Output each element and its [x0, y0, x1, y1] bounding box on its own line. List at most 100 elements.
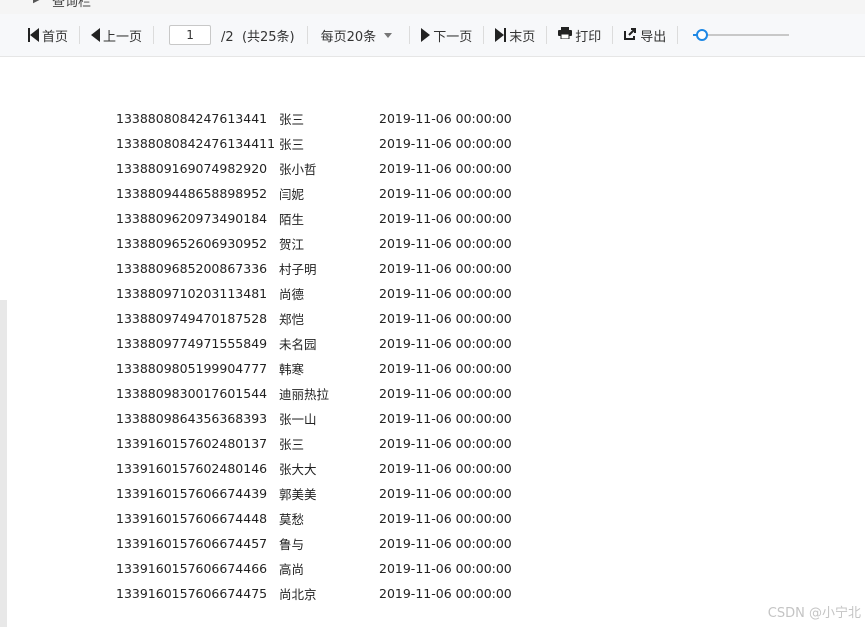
report-toolbar: 首页 上一页 /2 (共25条) 每页20条 下一页 末页 打印 导出 — [0, 14, 865, 57]
page-size-label: 每页20条 — [320, 29, 377, 45]
name-cell: 村子明 — [279, 262, 317, 277]
date-cell: 2019-11-06 00:00:00 — [379, 461, 512, 476]
printer-icon — [558, 27, 573, 43]
prev-arrow-icon — [91, 28, 101, 43]
name-cell: 贺江 — [279, 237, 305, 252]
page-total-label: /2 (共25条) — [221, 29, 295, 45]
id-cell: 1339160157606674466 — [116, 561, 268, 576]
export-icon — [624, 27, 637, 44]
export-button[interactable]: 导出 — [618, 22, 672, 48]
last-page-button[interactable]: 末页 — [489, 22, 541, 48]
toolbar-divider — [483, 26, 485, 44]
name-cell: 张三 — [279, 137, 305, 152]
id-cell: 1338809864356368393 — [116, 411, 268, 426]
name-cell: 莫愁 — [279, 512, 305, 527]
table-row: 1339160157602480137 张三 2019-11-06 00:00:00 — [116, 431, 519, 456]
name-cell: 高尚 — [279, 562, 305, 577]
toolbar-divider — [306, 26, 308, 44]
date-cell: 2019-11-06 00:00:00 — [379, 586, 512, 601]
table-row: 1339160157606674457 鲁与 2019-11-06 00:00:00 — [116, 531, 519, 556]
last-page-label: 末页 — [509, 29, 536, 45]
date-cell: 2019-11-06 00:00:00 — [379, 211, 512, 226]
table-row: 1339160157606674475 尚北京 2019-11-06 00:00:0… — [116, 581, 519, 606]
table-row: 1338809620973490184 陌生 2019-11-06 00:00:00 — [116, 206, 519, 231]
page-size-select[interactable]: 每页20条 — [313, 26, 405, 45]
date-cell: 2019-11-06 00:00:00 — [379, 511, 512, 526]
id-cell: 1339160157602480137 — [116, 436, 268, 451]
date-cell: 2019-11-06 00:00:00 — [379, 136, 512, 151]
query-bar-header[interactable]: ▶ 查询栏 — [0, 0, 865, 15]
id-cell: 1338809448658898952 — [116, 186, 268, 201]
skip-first-icon — [28, 28, 39, 43]
table-row: 1339160157602480146 张大大 2019-11-06 00:00:0… — [116, 456, 519, 481]
id-cell: 1339160157606674457 — [116, 536, 268, 551]
table-row: 1338809652606930952 贺江 2019-11-06 00:00:00 — [116, 231, 519, 256]
table-row: 1338809805199904777 韩寒 2019-11-06 00:00:00 — [116, 356, 519, 381]
id-cell: 1338809749470187528 — [116, 311, 268, 326]
table-row: 1338809749470187528 郑恺 2019-11-06 00:00:00 — [116, 306, 519, 331]
name-cell: 张三 — [279, 437, 305, 452]
toolbar-divider — [409, 26, 411, 44]
name-cell: 尚北京 — [279, 587, 317, 602]
left-scrollbar[interactable] — [0, 300, 7, 627]
print-button[interactable]: 打印 — [552, 22, 607, 48]
id-cell: 1339160157602480146 — [116, 461, 268, 476]
zoom-slider-thumb[interactable] — [696, 29, 709, 41]
toolbar-divider — [546, 26, 548, 44]
date-cell: 2019-11-06 00:00:00 — [379, 236, 512, 251]
name-cell: 迪丽热拉 — [279, 387, 330, 402]
date-cell: 2019-11-06 00:00:00 — [379, 286, 512, 301]
name-cell: 尚德 — [279, 287, 305, 302]
print-label: 打印 — [575, 29, 602, 45]
name-cell: 韩寒 — [279, 362, 305, 377]
table-row: 1338809864356368393 张一山 2019-11-06 00:00:0… — [116, 406, 519, 431]
name-cell: 郭美美 — [279, 487, 317, 502]
collapse-arrow-icon[interactable]: ▶ — [33, 0, 41, 5]
id-cell: 1339160157606674439 — [116, 486, 268, 501]
export-label: 导出 — [640, 29, 667, 45]
chevron-down-icon — [384, 32, 393, 38]
id-cell: 1338809652606930952 — [116, 236, 268, 251]
table-row: 1338809685200867336 村子明 2019-11-06 00:00:0… — [116, 256, 519, 281]
first-page-button[interactable]: 首页 — [22, 22, 74, 48]
date-cell: 2019-11-06 00:00:00 — [379, 261, 512, 276]
table-row: 1338809830017601544 迪丽热拉 2019-11-06 00:00:… — [116, 381, 519, 406]
toolbar-divider — [153, 26, 155, 44]
id-cell: 1338809830017601544 — [116, 386, 268, 401]
watermark: CSDN @小宁北 — [767, 606, 861, 621]
date-cell: 2019-11-06 00:00:00 — [379, 436, 512, 451]
table-row: 1338809169074982920 张小哲 2019-11-06 00:00:0… — [116, 156, 519, 181]
table-row: 1338809774971555849 未名园 2019-11-06 00:00:0… — [116, 331, 519, 356]
name-cell: 张一山 — [279, 412, 317, 427]
name-cell: 张大大 — [279, 462, 317, 477]
prev-page-button[interactable]: 上一页 — [85, 22, 148, 48]
id-cell: 1338809685200867336 — [116, 261, 268, 276]
prev-page-label: 上一页 — [103, 29, 143, 45]
id-cell: 1338809620973490184 — [116, 211, 268, 226]
name-cell: 闫妮 — [279, 187, 305, 202]
query-bar-title: 查询栏 — [52, 0, 92, 10]
id-cell: 13388080842476134411 — [116, 136, 276, 151]
id-cell: 1339160157606674448 — [116, 511, 268, 526]
id-cell: 1339160157606674475 — [116, 586, 268, 601]
id-cell: 1338809169074982920 — [116, 161, 268, 176]
toolbar-divider — [612, 26, 614, 44]
name-cell: 张小哲 — [279, 162, 317, 177]
name-cell: 陌生 — [279, 212, 305, 227]
zoom-slider[interactable] — [689, 28, 790, 42]
date-cell: 2019-11-06 00:00:00 — [379, 336, 512, 351]
date-cell: 2019-11-06 00:00:00 — [379, 411, 512, 426]
report-table: 1338808084247613441 张三 2019-11-06 00:00:00… — [116, 106, 519, 606]
date-cell: 2019-11-06 00:00:00 — [379, 311, 512, 326]
next-page-label: 下一页 — [433, 29, 473, 45]
page-number-input[interactable] — [169, 25, 212, 45]
id-cell: 1338809805199904777 — [116, 361, 268, 376]
next-page-button[interactable]: 下一页 — [415, 22, 478, 48]
name-cell: 鲁与 — [279, 537, 305, 552]
toolbar-divider — [79, 26, 81, 44]
table-row: 1339160157606674466 高尚 2019-11-06 00:00:00 — [116, 556, 519, 581]
first-page-label: 首页 — [42, 29, 69, 45]
id-cell: 1338808084247613441 — [116, 111, 268, 126]
toolbar-divider — [677, 26, 679, 44]
table-row: 1339160157606674439 郭美美 2019-11-06 00:00:0… — [116, 481, 519, 506]
